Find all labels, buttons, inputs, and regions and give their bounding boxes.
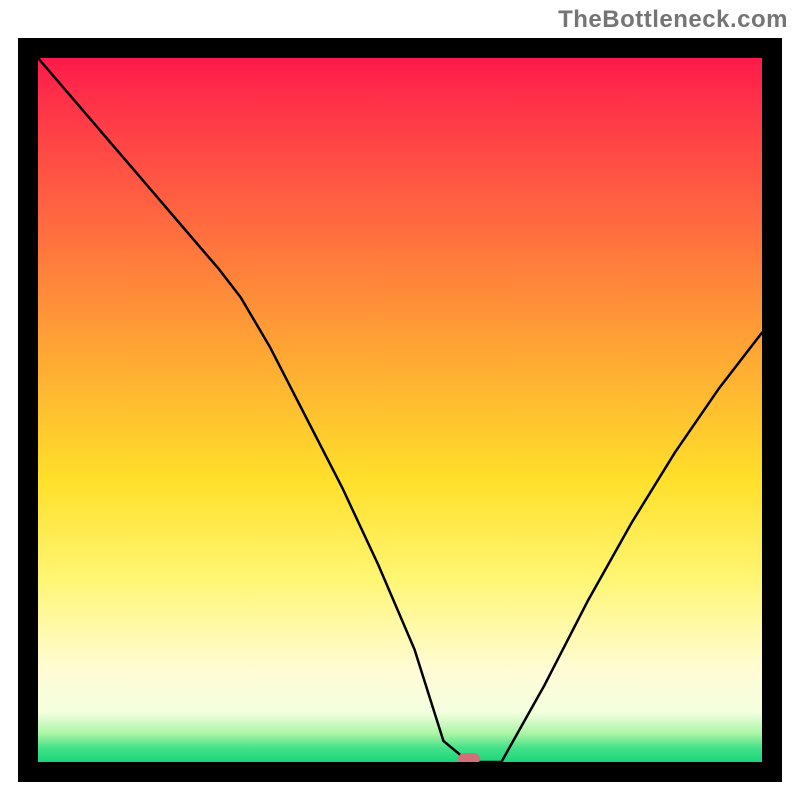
- optimum-marker: [458, 753, 480, 765]
- bottleneck-curve: [38, 58, 762, 762]
- watermark: TheBottleneck.com: [558, 6, 788, 34]
- plot-frame: [18, 38, 782, 782]
- chart-container: TheBottleneck.com: [0, 0, 800, 800]
